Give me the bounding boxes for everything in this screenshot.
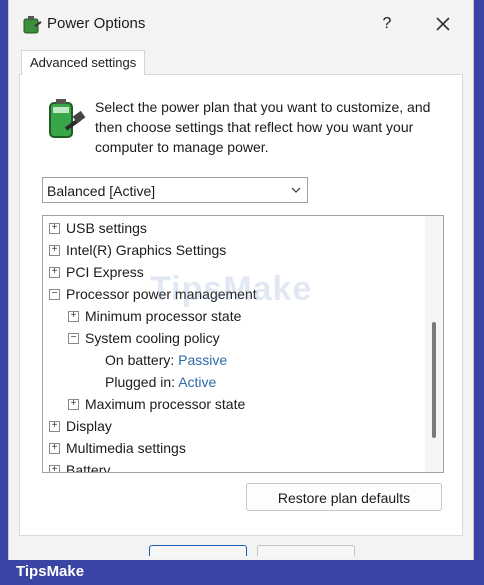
expand-icon[interactable]: + — [68, 310, 79, 322]
expand-icon[interactable]: + — [49, 244, 60, 256]
tree-item-label: Intel(R) Graphics Settings — [66, 242, 227, 258]
advanced-settings-panel: Select the power plan that you want to c… — [19, 74, 463, 536]
expand-icon[interactable]: + — [49, 420, 60, 432]
brand-bar: TipsMake — [0, 560, 484, 585]
tree-item-label: Plugged in: — [105, 374, 176, 390]
tree-item-maximum-processor-state[interactable]: + Maximum processor state — [68, 393, 245, 415]
tree-item-system-cooling-policy[interactable]: − System cooling policy — [68, 327, 220, 349]
tree-item-label: Battery — [66, 462, 111, 473]
window-title: Power Options — [47, 15, 146, 32]
collapse-icon[interactable]: − — [68, 332, 79, 344]
expand-icon[interactable]: + — [68, 398, 79, 410]
power-options-window: Power Options ? Advanced settings Select… — [8, 0, 474, 560]
power-options-icon — [23, 16, 42, 34]
tree-item-usb-settings[interactable]: + USB settings — [49, 217, 147, 239]
expand-icon[interactable]: + — [49, 222, 60, 234]
chevron-down-icon — [291, 187, 301, 193]
collapse-icon[interactable]: − — [49, 288, 60, 300]
tree-item-on-battery[interactable]: On battery: Passive — [105, 349, 227, 371]
tree-item-label: USB settings — [66, 220, 147, 236]
power-plan-value: Balanced [Active] — [47, 183, 156, 199]
scroll-thumb[interactable] — [432, 322, 436, 438]
help-button[interactable]: ? — [375, 12, 399, 36]
tree-item-label: PCI Express — [66, 264, 144, 280]
tree-item-label: Display — [66, 418, 112, 434]
tree-item-processor-power-management[interactable]: − Processor power management — [49, 283, 257, 305]
tree-item-label: System cooling policy — [85, 330, 220, 346]
power-plan-dropdown[interactable]: Balanced [Active] — [42, 177, 308, 203]
tree-item-label: Minimum processor state — [85, 308, 242, 324]
tree-scrollbar[interactable] — [425, 216, 443, 472]
tree-item-intel-graphics[interactable]: + Intel(R) Graphics Settings — [49, 239, 226, 261]
expand-icon[interactable]: + — [49, 442, 60, 454]
tree-item-battery[interactable]: + Battery — [49, 459, 111, 473]
tree-item-label: Maximum processor state — [85, 396, 246, 412]
restore-plan-defaults-button[interactable]: Restore plan defaults — [246, 483, 442, 511]
ok-button[interactable] — [149, 545, 247, 556]
close-icon[interactable] — [431, 12, 455, 36]
tree-item-label: On battery: — [105, 352, 175, 368]
tree-item-display[interactable]: + Display — [49, 415, 112, 437]
tree-item-multimedia-settings[interactable]: + Multimedia settings — [49, 437, 186, 459]
title-bar: Power Options ? — [9, 0, 473, 50]
expand-icon[interactable]: + — [49, 266, 60, 278]
expand-icon[interactable]: + — [49, 464, 60, 472]
tree-item-pci-express[interactable]: + PCI Express — [49, 261, 144, 283]
tree-item-minimum-processor-state[interactable]: + Minimum processor state — [68, 305, 241, 327]
cancel-button[interactable] — [257, 545, 355, 556]
tab-advanced-settings[interactable]: Advanced settings — [21, 50, 146, 75]
tree-item-plugged-in[interactable]: Plugged in: Active — [105, 371, 216, 393]
tree-item-label: Processor power management — [66, 286, 257, 302]
tree-item-label: Multimedia settings — [66, 440, 186, 456]
settings-tree[interactable]: + USB settings + Intel(R) Graphics Setting… — [42, 215, 444, 473]
plugged-in-value[interactable]: Active — [178, 374, 216, 390]
description-text: Select the power plan that you want to c… — [95, 99, 431, 155]
battery-plug-icon — [49, 99, 86, 138]
on-battery-value[interactable]: Passive — [178, 352, 227, 368]
brand-logo: TipsMake — [16, 563, 85, 580]
